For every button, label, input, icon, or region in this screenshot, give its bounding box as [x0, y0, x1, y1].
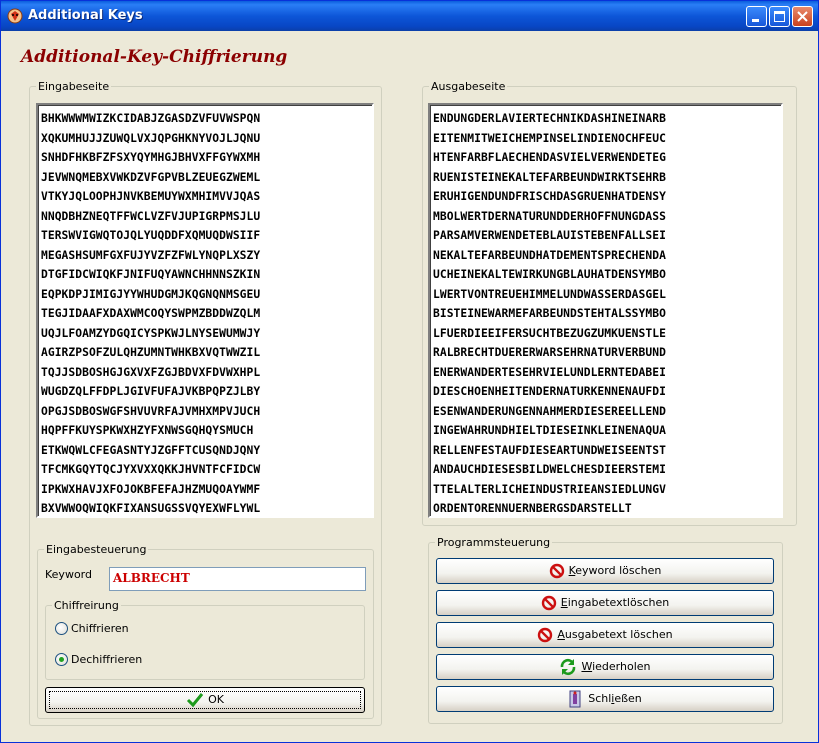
mode-legend: Chiffreirung: [52, 599, 121, 612]
window-title: Additional Keys: [28, 8, 143, 23]
clear-output-label: Ausgabetext löschen: [557, 628, 673, 641]
output-text-line: RALBRECHTDUERERWARSEHRNATURVERBUND: [433, 346, 666, 359]
refresh-icon: [561, 658, 576, 676]
clear-keyword-label: Keyword löschen: [568, 564, 662, 577]
input-text-line: BXVWWOQWIQKFIXANSUGSSVQYEXWFLYWL: [41, 502, 261, 515]
output-text-line: LWERTVONTREUEHIMMELUNDWASSERDASGEL: [433, 287, 666, 301]
prohibited-icon: [549, 563, 564, 579]
clear-input-label: Eingabetextlöschen: [560, 596, 670, 609]
close-label: Schließen: [588, 692, 642, 705]
input-text-line: HQPFFKUYSPKWXHZYFXNWSGQHQYSMUCH: [41, 424, 254, 437]
input-text-line: TFCMKGQYTQCJYXVXXQKKJHVNTFCFIDCW: [41, 463, 261, 476]
page-title: Additional-Key-Chiffrierung: [21, 47, 288, 67]
input-text-line: DTGFIDCWIQKFJNIFUQYAWNCHHNNSZKIN: [41, 268, 261, 281]
app-icon: [7, 8, 23, 24]
decrypt-radio[interactable]: [55, 653, 68, 666]
exit-door-icon: [569, 690, 581, 708]
input-text-line: XQKUMHUJJZUWQLVXJQPGHKNYVOJLJQNU: [41, 131, 261, 145]
input-text-line: TERSWVIGWQTOJQLYUQDDFXQMUQDWSIIF: [41, 229, 261, 242]
output-textarea[interactable]: ENDUNGDERLAVIERTECHNIKDASHINEINARB EITENM…: [428, 103, 783, 518]
ok-button[interactable]: OK: [45, 687, 365, 713]
input-control-legend: Eingabesteuerung: [44, 543, 149, 556]
clear-input-button[interactable]: Eingabetextlöschen: [436, 590, 774, 616]
close-button[interactable]: Schließen: [436, 686, 774, 712]
output-text-line: RELLENFESTAUFDIESEARTUNDWEISEENTST: [433, 443, 666, 457]
close-window-button[interactable]: [792, 6, 813, 27]
output-text-line: BISTEINEWARMEFARBEUNDSTEHTALSSYMBO: [433, 307, 666, 320]
output-text-line: DIESCHOENHEITENDERNATURKENNENAUFDI: [433, 385, 666, 398]
output-text-line: ORDENTORENNUERNBERGSDARSTELLT: [433, 502, 632, 515]
repeat-button[interactable]: Wiederholen: [436, 654, 774, 680]
input-text-line: MEGASHSUMFGXFUJYVZFZFWLYNQPLXSZY: [41, 248, 261, 262]
prohibited-icon: [538, 627, 553, 643]
input-text-line: JEVWNQMEBXVWKDZVFGPVBLZEUEGZWEML: [41, 170, 261, 184]
keyword-label: Keyword: [45, 568, 92, 581]
output-text-line: PARSAMVERWENDETEBLAUISTEBENFALLSEI: [433, 229, 666, 242]
encrypt-radio-label[interactable]: Chiffrieren: [71, 622, 129, 635]
input-text-line: TQJJSDBOSHGJGXVXFZGJBDVXFDVWXHPL: [41, 365, 261, 379]
focus-rect: [49, 691, 361, 709]
input-text-line: VTKYJQLOOPHJNVKBEMUYWXMHIMVVJQAS: [41, 190, 261, 203]
output-text-line: ANDAUCHDIESESBILDWELCHESDIEERSTEMI: [433, 463, 666, 476]
maximize-icon: [774, 11, 785, 22]
input-text-line: NNQDBHZNEQTFFWCLVZFVJUPIGRPMSJLU: [41, 209, 261, 223]
prohibited-icon: [541, 595, 556, 611]
input-text-line: BHKWWWMWIZKCIDABJZGASDZVFUVWSPQN: [41, 112, 261, 125]
encrypt-radio[interactable]: [55, 622, 68, 635]
input-text-line: AGIRZPSOFZULQHZUMNTWHKBXVQTWWZIL: [41, 346, 261, 359]
clear-keyword-button[interactable]: Keyword löschen: [436, 558, 774, 584]
output-text-line: ERUHIGENDUNDFRISCHDASGRUENHATDENSY: [433, 190, 666, 203]
minimize-button[interactable]: [746, 6, 767, 27]
title-bar[interactable]: Additional Keys: [1, 1, 818, 31]
clear-output-button[interactable]: Ausgabetext löschen: [436, 622, 774, 648]
input-text-line: OPGJSDBOSWGFSHVUVRFAJVMHXMPVJUCH: [41, 404, 261, 418]
output-text-line: ESENWANDERUNGENNAHMERDIESEREELLEND: [433, 404, 666, 418]
output-text-line: ENDUNGDERLAVIERTECHNIKDASHINEINARB: [433, 112, 666, 125]
input-text-line: SNHDFHKBFZFSXYQYMHGJBHVXFFGYWXMH: [41, 151, 261, 164]
output-text-line: INGEWAHRUNDHIELTDIESEINKLEINENAQUA: [433, 424, 666, 437]
input-text-line: UQJLFOAMZYDGQICYSPKWJLNYSEWUMWJY: [41, 326, 261, 340]
decrypt-radio-label[interactable]: Dechiffrieren: [71, 653, 142, 666]
close-icon: [797, 11, 808, 22]
main-window: Additional Keys Additional-Key-Chiffrier…: [0, 0, 819, 743]
input-textarea[interactable]: BHKWWWMWIZKCIDABJZGASDZVFUVWSPQN XQKUMHUJ…: [36, 103, 374, 518]
output-text-line: TTELALTERLICHEINDUSTRIEANSIEDLUNGV: [433, 482, 666, 496]
output-text-line: HTENFARBFLAECHENDASVIELVERWENDETEG: [433, 151, 666, 164]
input-text-line: IPKWXHAVJXFOJOKBFEFAJHZMUQOAYWMF: [41, 482, 261, 496]
input-text-line: ETKWQWLCFEGASNTYJZGFFTCUSQNDJQNY: [41, 443, 261, 457]
maximize-button[interactable]: [769, 6, 790, 27]
output-side-legend: Ausgabeseite: [429, 80, 508, 93]
output-text-line: RUENISTEINEKALTEFARBEUNDWIRKTSEHRB: [433, 170, 666, 184]
program-control-legend: Programmsteuerung: [435, 536, 553, 549]
input-text-line: TEGJIDAAFXDAXWMCOQYSWPMZBDDWZQLM: [41, 307, 261, 320]
output-text-line: MBOLWERTDERNATURUNDDERHOFFNUNGDASS: [433, 209, 666, 223]
output-text-line: ENERWANDERTESEHRVIELUNDLERNTEDABEI: [433, 365, 666, 379]
output-text-line: EITENMITWEICHEMPINSELINDIENOCHFEUC: [433, 131, 666, 145]
keyword-input[interactable]: ALBRECHT: [109, 567, 366, 591]
output-text-line: LFUERDIEEIFERSUCHTBEZUGZUMKUENSTLE: [433, 326, 666, 340]
mode-group: Chiffreirung: [45, 599, 365, 680]
repeat-label: Wiederholen: [581, 660, 651, 673]
output-text-line: NEKALTEFARBEUNDHATDEMENTSPRECHENDA: [433, 248, 666, 262]
input-side-legend: Eingabeseite: [36, 80, 112, 93]
input-text-line: WUGDZQLFFDPLJGIVFUFAJVKBPQPZJLBY: [41, 385, 261, 398]
output-text-line: UCHEINEKALTEWIRKUNGBLAUHATDENSYMBO: [433, 268, 666, 281]
input-text-line: EQPKDPJIMIGJYYWHUDGMJKQGNQNMSGEU: [41, 287, 261, 301]
minimize-icon: [752, 19, 759, 22]
